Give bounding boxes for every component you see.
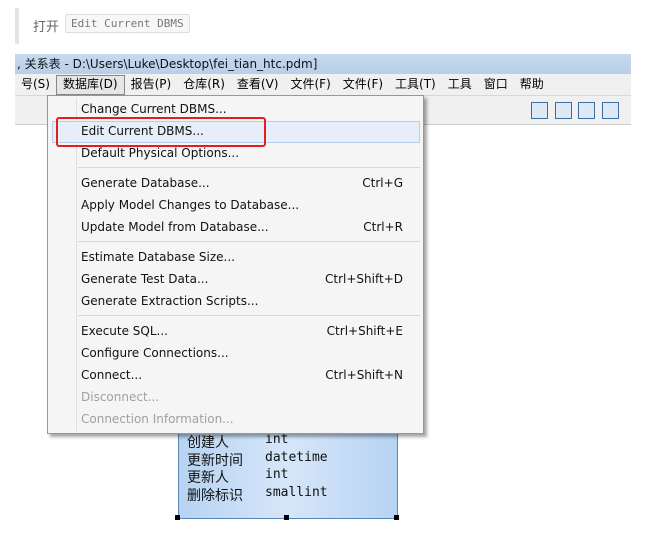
menu-item-shortcut: Ctrl+Shift+D bbox=[325, 272, 403, 286]
menu-item[interactable]: Change Current DBMS... bbox=[81, 99, 403, 119]
menu-item[interactable]: Disconnect... bbox=[81, 387, 403, 407]
menu-separator bbox=[78, 167, 420, 168]
menu-3[interactable]: 仓库(R) bbox=[177, 74, 231, 95]
menu-item-label: Connect... bbox=[81, 368, 143, 382]
note-prefix: 打开 bbox=[33, 20, 60, 35]
menu-7[interactable]: 工具(T) bbox=[389, 74, 442, 95]
menu-item[interactable]: Apply Model Changes to Database... bbox=[81, 195, 403, 215]
window-title: , 关系表 - D:\Users\Luke\Desktop\fei_tian_h… bbox=[15, 54, 631, 74]
menu-10[interactable]: 帮助 bbox=[514, 74, 550, 95]
menu-item-shortcut: Ctrl+R bbox=[363, 220, 403, 234]
menu-item-label: Configure Connections... bbox=[81, 346, 229, 360]
entity-column: 删除标识 smallint bbox=[187, 485, 328, 505]
menu-item[interactable]: Generate Database... Ctrl+G bbox=[81, 173, 403, 193]
menu-2[interactable]: 报告(P) bbox=[125, 74, 178, 95]
menu-separator bbox=[78, 315, 420, 316]
menu-item-label: Generate Test Data... bbox=[81, 272, 209, 286]
menu-item-label: Connection Information... bbox=[81, 412, 234, 426]
menu-item-label: Generate Database... bbox=[81, 176, 210, 190]
resize-handle[interactable] bbox=[175, 515, 180, 520]
menu-item[interactable]: Estimate Database Size... bbox=[81, 247, 403, 267]
menu-item-label: Disconnect... bbox=[81, 390, 160, 404]
menu-item[interactable]: Generate Extraction Scripts... bbox=[81, 291, 403, 311]
menu-item[interactable]: Update Model from Database... Ctrl+R bbox=[81, 217, 403, 237]
toolbar-button[interactable] bbox=[578, 102, 595, 119]
menu-item[interactable]: Connection Information... bbox=[81, 409, 403, 429]
menu-gutter bbox=[76, 98, 77, 431]
quote-bar bbox=[15, 8, 19, 44]
menu-item-label: Change Current DBMS... bbox=[81, 102, 227, 116]
column-type: int bbox=[265, 432, 289, 447]
menu-item[interactable]: Connect... Ctrl+Shift+N bbox=[81, 365, 403, 385]
column-name: 删除标识 bbox=[187, 487, 243, 504]
menu-bar: 号(S) 数据库(D) 报告(P) 仓库(R) 查看(V) 文件(F) 文件(F) 工具(T)… bbox=[15, 74, 631, 96]
menu-item[interactable]: Configure Connections... bbox=[81, 343, 403, 363]
menu-item-label: Apply Model Changes to Database... bbox=[81, 198, 300, 212]
menu-5[interactable]: 文件(F) bbox=[284, 74, 336, 95]
entity-box[interactable]: 创建人 int 更新时间 datetime 更新人 int 删除标识 smallint bbox=[178, 420, 398, 519]
menu-0[interactable]: 号(S) bbox=[15, 74, 56, 95]
menu-item-label: Generate Extraction Scripts... bbox=[81, 294, 259, 308]
menu-6[interactable]: 文件(F) bbox=[337, 74, 389, 95]
column-type: smallint bbox=[265, 484, 328, 500]
toolbar-button[interactable] bbox=[602, 102, 619, 119]
column-type: int bbox=[265, 467, 289, 482]
menu-item-shortcut: Ctrl+Shift+N bbox=[325, 368, 403, 382]
menu-8[interactable]: 工具 bbox=[442, 74, 478, 95]
resize-handle[interactable] bbox=[284, 515, 289, 520]
annotation-highlight-box bbox=[56, 117, 266, 147]
resize-handle[interactable] bbox=[394, 515, 399, 520]
menu-item-label: Estimate Database Size... bbox=[81, 250, 235, 264]
menu-item-shortcut: Ctrl+G bbox=[362, 176, 403, 190]
menu-4[interactable]: 查看(V) bbox=[231, 74, 285, 95]
menu-separator bbox=[78, 241, 420, 242]
menu-9[interactable]: 窗口 bbox=[478, 74, 514, 95]
toolbar-button[interactable] bbox=[531, 102, 548, 119]
note-code: Edit Current DBMS bbox=[65, 14, 190, 33]
menu-item-shortcut: Ctrl+Shift+E bbox=[326, 324, 403, 338]
column-type: datetime bbox=[265, 449, 328, 465]
menu-1[interactable]: 数据库(D) bbox=[55, 75, 125, 95]
menu-item-label: Update Model from Database... bbox=[81, 220, 269, 234]
menu-item[interactable]: Execute SQL... Ctrl+Shift+E bbox=[81, 321, 403, 341]
toolbar-button[interactable] bbox=[555, 102, 572, 119]
menu-item-label: Default Physical Options... bbox=[81, 146, 240, 160]
menu-item[interactable]: Generate Test Data... Ctrl+Shift+D bbox=[81, 269, 403, 289]
menu-item-label: Execute SQL... bbox=[81, 324, 168, 338]
